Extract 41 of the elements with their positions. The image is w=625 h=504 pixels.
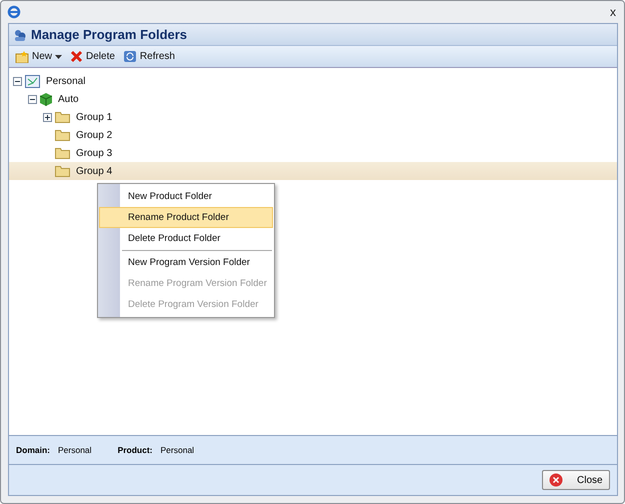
info-label: Domain: [16, 445, 50, 455]
refresh-button[interactable]: Refresh [118, 46, 179, 66]
close-button[interactable]: Close [542, 470, 610, 490]
new-folder-icon [15, 50, 29, 62]
network-icon [25, 74, 40, 88]
browser-icon [7, 5, 21, 19]
menu-item[interactable]: New Product Folder [99, 186, 273, 207]
collapse-toggle[interactable] [13, 76, 22, 86]
tree-row[interactable]: Personal [9, 72, 617, 90]
folder-icon [55, 147, 70, 159]
info-value: Personal [160, 445, 194, 455]
collapse-toggle[interactable] [28, 94, 37, 104]
cube-icon [40, 92, 52, 106]
tree-label: Group 3 [76, 148, 112, 158]
tree-label: Group 2 [76, 130, 112, 140]
expand-toggle[interactable] [43, 112, 52, 122]
new-button[interactable]: New [11, 46, 66, 66]
delete-icon [70, 50, 84, 63]
tree-label: Auto [58, 94, 79, 104]
users-icon [13, 28, 27, 42]
folder-icon [55, 129, 70, 141]
folder-icon [55, 165, 70, 177]
folder-icon [55, 111, 70, 123]
tree-row[interactable]: Group 1 [9, 108, 617, 126]
close-icon [549, 473, 563, 487]
dialog-title: Manage Program Folders [31, 27, 188, 42]
tree-row[interactable]: Group 2 [9, 126, 617, 144]
menu-item[interactable]: Rename Product Folder [99, 207, 273, 228]
tree-row[interactable]: Group 3 [9, 144, 617, 162]
tree-label: Group 1 [76, 112, 112, 122]
delete-button[interactable]: Delete [66, 46, 119, 66]
tree-label: Group 4 [76, 166, 112, 176]
info-value: Personal [58, 445, 92, 455]
close-button[interactable]: x [610, 5, 616, 19]
tree-row[interactable]: Group 4 [9, 162, 617, 180]
menu-item[interactable]: New Program Version Folder [99, 252, 273, 273]
info-label: Product: [118, 445, 153, 455]
refresh-icon [122, 50, 137, 63]
tree-row[interactable]: Auto [9, 90, 617, 108]
tree-label: Personal [46, 76, 86, 86]
menu-item[interactable]: Delete Product Folder [99, 228, 273, 249]
